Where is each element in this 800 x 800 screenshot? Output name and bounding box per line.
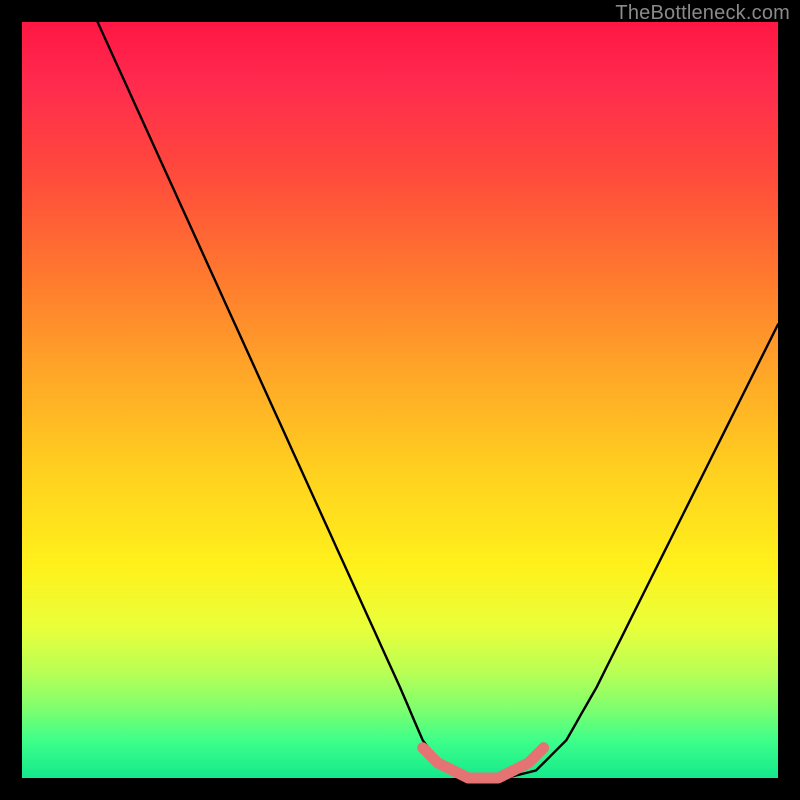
- chart-svg: [22, 22, 778, 778]
- bottleneck-curve: [98, 22, 778, 778]
- chart-frame: TheBottleneck.com: [0, 0, 800, 800]
- plot-area: [22, 22, 778, 778]
- watermark-text: TheBottleneck.com: [615, 2, 790, 25]
